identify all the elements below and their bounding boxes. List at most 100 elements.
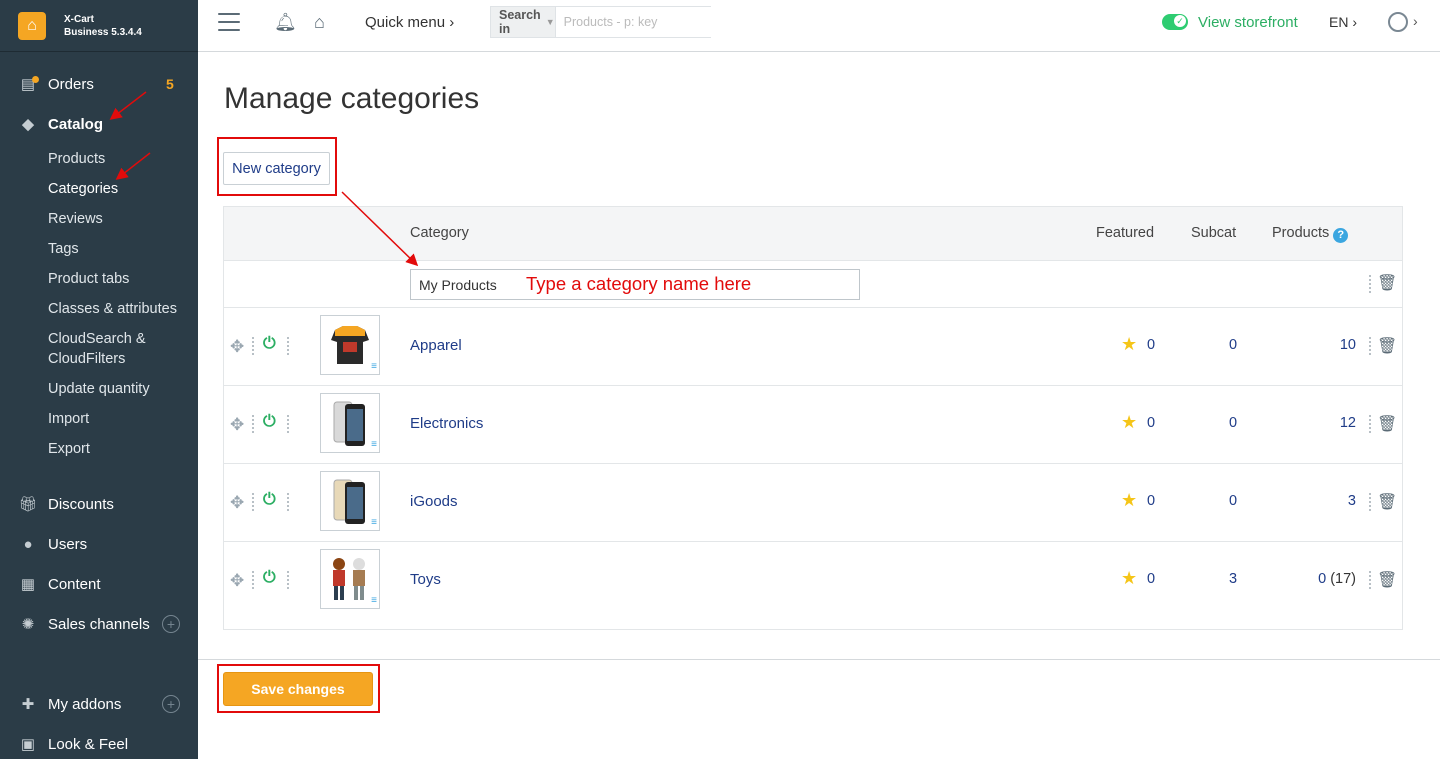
- category-link[interactable]: Toys: [410, 571, 441, 588]
- sidebar-item-catalog[interactable]: ◆ Catalog: [0, 104, 198, 144]
- brand-name: X-Cart: [64, 13, 95, 25]
- hamburger-menu-icon[interactable]: [218, 13, 240, 31]
- featured-count[interactable]: 0: [1147, 415, 1155, 431]
- move-icon[interactable]: ✥: [230, 493, 244, 513]
- star-icon[interactable]: ★: [1121, 334, 1137, 355]
- sidebar-item-content[interactable]: ▦ Content: [0, 564, 198, 604]
- trash-icon[interactable]: 🗑︎: [1377, 336, 1397, 356]
- add-sales-channel-icon[interactable]: +: [162, 615, 180, 633]
- sidebar-subitem-export[interactable]: Export: [0, 434, 198, 464]
- products-count[interactable]: 12: [1340, 415, 1356, 431]
- menu-lines-icon: ≡: [371, 517, 377, 528]
- column-header-products[interactable]: Products?: [1272, 225, 1349, 243]
- power-toggle-icon[interactable]: ⏻: [263, 413, 276, 431]
- sidebar-subitem-reviews[interactable]: Reviews: [0, 204, 198, 234]
- new-category-button[interactable]: New category: [223, 152, 330, 185]
- category-thumbnail[interactable]: ≡: [320, 471, 380, 531]
- category-thumbnail[interactable]: ≡: [320, 549, 380, 609]
- sidebar-item-label: Discounts: [48, 495, 114, 513]
- subcat-count[interactable]: 0: [1229, 415, 1237, 431]
- featured-count[interactable]: 0: [1147, 493, 1155, 509]
- sidebar-item-label: Content: [48, 575, 101, 593]
- caret-down-icon: ▼: [545, 17, 555, 27]
- subcat-count[interactable]: 0: [1229, 337, 1237, 353]
- brand[interactable]: ⌂ X-Cart Business 5.3.4.4: [0, 0, 198, 52]
- sidebar-subitem-classes-attributes[interactable]: Classes & attributes: [0, 294, 198, 324]
- category-thumbnail[interactable]: ≡: [320, 393, 380, 453]
- trash-icon[interactable]: 🗑︎: [1377, 570, 1397, 590]
- trash-icon[interactable]: 🗑︎: [1377, 273, 1397, 293]
- more-dots-icon[interactable]: [1369, 493, 1371, 511]
- more-dots-icon[interactable]: [1369, 275, 1371, 293]
- search-in-label: Search in: [499, 8, 541, 36]
- sidebar-subitem-tags[interactable]: Tags: [0, 234, 198, 264]
- move-icon[interactable]: ✥: [230, 571, 244, 591]
- more-dots-icon[interactable]: [287, 571, 289, 589]
- trash-icon[interactable]: 🗑︎: [1377, 492, 1397, 512]
- products-count[interactable]: 0 (17): [1318, 571, 1356, 587]
- sidebar-subitem-import[interactable]: Import: [0, 404, 198, 434]
- power-toggle-icon[interactable]: ⏻: [263, 569, 276, 587]
- more-dots-icon[interactable]: [287, 493, 289, 511]
- power-toggle-icon[interactable]: ⏻: [263, 491, 276, 509]
- featured-count[interactable]: 0: [1147, 337, 1155, 353]
- quick-menu[interactable]: Quick menu ›: [365, 14, 454, 31]
- sidebar-subitem-product-tabs[interactable]: Product tabs: [0, 264, 198, 294]
- user-avatar-icon[interactable]: [1388, 12, 1408, 32]
- products-count[interactable]: 10: [1340, 337, 1356, 353]
- featured-count[interactable]: 0: [1147, 571, 1155, 587]
- save-changes-button[interactable]: Save changes: [223, 672, 373, 706]
- view-storefront-link[interactable]: View storefront: [1198, 14, 1298, 31]
- sidebar-subitem-cloudsearch[interactable]: CloudSearch & CloudFilters: [0, 324, 150, 374]
- column-header-category[interactable]: Category: [410, 225, 469, 241]
- more-dots-icon[interactable]: [1369, 571, 1371, 589]
- sidebar-subitem-products[interactable]: Products: [0, 144, 198, 174]
- sidebar-item-my-addons[interactable]: ✚ My addons +: [0, 684, 198, 724]
- menu-lines-icon: ≡: [371, 595, 377, 606]
- sidebar-subitem-update-quantity[interactable]: Update quantity: [0, 374, 198, 404]
- more-dots-icon[interactable]: [287, 337, 289, 355]
- products-count-value: 0: [1318, 571, 1327, 587]
- star-icon[interactable]: ★: [1121, 412, 1137, 433]
- language-selector[interactable]: EN ›: [1329, 14, 1357, 30]
- bell-icon[interactable]: 🔔︎: [274, 12, 297, 33]
- category-thumbnail[interactable]: ≡: [320, 315, 380, 375]
- star-icon[interactable]: ★: [1121, 490, 1137, 511]
- sidebar-item-orders[interactable]: ▤ Orders 5: [0, 64, 198, 104]
- category-link[interactable]: Electronics: [410, 415, 483, 432]
- star-icon[interactable]: ★: [1121, 568, 1137, 589]
- search-input[interactable]: [555, 7, 725, 37]
- category-link[interactable]: Apparel: [410, 337, 462, 354]
- more-dots-icon[interactable]: [1369, 337, 1371, 355]
- chevron-right-icon[interactable]: ›: [1413, 13, 1418, 29]
- sidebar-item-look-feel[interactable]: ▣ Look & Feel: [0, 724, 198, 759]
- power-toggle-icon[interactable]: ⏻: [263, 335, 276, 353]
- brand-text: X-Cart Business 5.3.4.4: [64, 13, 142, 39]
- subcat-count[interactable]: 3: [1229, 571, 1237, 587]
- more-dots-icon[interactable]: [1369, 415, 1371, 433]
- storefront-toggle[interactable]: [1162, 14, 1188, 30]
- column-header-featured[interactable]: Featured: [1096, 225, 1154, 241]
- more-dots-icon[interactable]: [287, 415, 289, 433]
- content-icon: ▦: [20, 576, 36, 593]
- move-icon[interactable]: ✥: [230, 415, 244, 435]
- xcart-logo-icon: ⌂: [18, 11, 46, 40]
- table-row: ✥ ⏻ ≡ Apparel ★ 0 0 10 🗑︎: [224, 307, 1402, 385]
- trash-icon[interactable]: 🗑︎: [1377, 414, 1397, 434]
- divider-dots: [252, 337, 254, 355]
- divider-dots: [252, 571, 254, 589]
- search-in-select[interactable]: Search in ▼: [491, 7, 556, 37]
- sidebar-item-users[interactable]: ● Users: [0, 524, 198, 564]
- subcat-count[interactable]: 0: [1229, 493, 1237, 509]
- add-addon-icon[interactable]: +: [162, 695, 180, 713]
- category-link[interactable]: iGoods: [410, 493, 458, 510]
- column-header-subcat[interactable]: Subcat: [1191, 225, 1236, 241]
- storefront-icon[interactable]: ⌂: [314, 12, 325, 33]
- sidebar-subitem-categories[interactable]: Categories: [0, 174, 198, 204]
- sidebar-item-discounts[interactable]: 🎁︎ Discounts: [0, 484, 198, 524]
- sidebar-item-sales-channels[interactable]: ✺ Sales channels +: [0, 604, 198, 644]
- help-icon[interactable]: ?: [1333, 228, 1349, 243]
- new-category-row: Type a category name here 🗑︎: [224, 260, 1402, 307]
- products-count[interactable]: 3: [1348, 493, 1356, 509]
- move-icon[interactable]: ✥: [230, 337, 244, 357]
